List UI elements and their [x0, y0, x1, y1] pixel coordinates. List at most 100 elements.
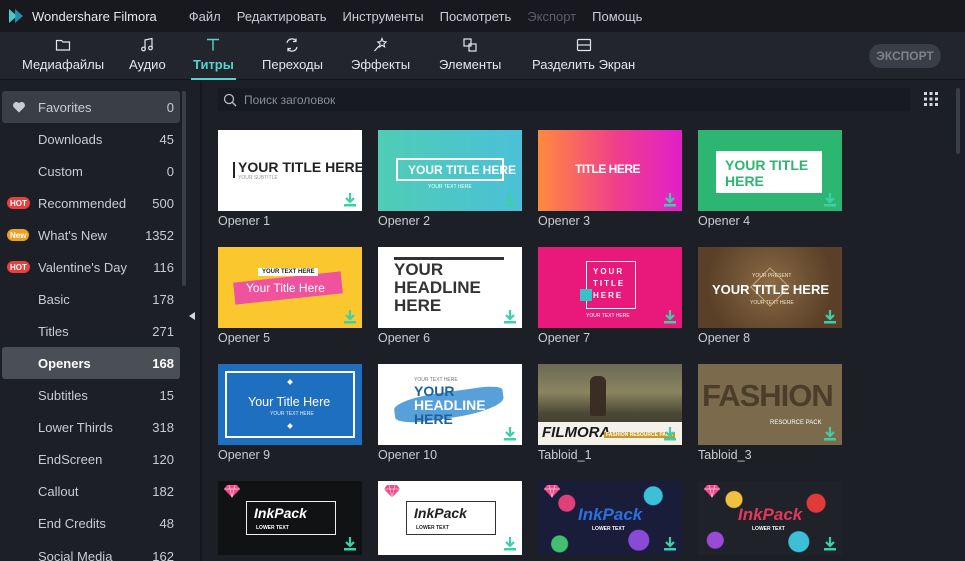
- download-icon[interactable]: [823, 192, 837, 207]
- search-input[interactable]: [244, 92, 844, 107]
- sidebar-item-valentines-day[interactable]: HOT Valentine's Day 116: [2, 251, 180, 283]
- thumb-subtitle: LOWER TEXT: [752, 526, 785, 532]
- menu-edit[interactable]: Редактировать: [237, 9, 327, 24]
- sidebar-item-subtitles[interactable]: Subtitles 15: [2, 379, 180, 411]
- export-button[interactable]: ЭКСПОРТ: [869, 44, 941, 68]
- menu-export[interactable]: Экспорт: [527, 9, 576, 24]
- download-icon[interactable]: [663, 309, 677, 324]
- menu-file[interactable]: Файл: [189, 9, 221, 24]
- download-icon[interactable]: [343, 536, 357, 551]
- sidebar-item-label: Lower Thirds: [38, 419, 113, 435]
- menu-view[interactable]: Посмотреть: [440, 9, 512, 24]
- panel-divider[interactable]: [200, 81, 202, 561]
- search-bar[interactable]: [218, 88, 910, 111]
- sidebar-item-custom[interactable]: Custom 0: [2, 155, 180, 187]
- tile-label: Opener 8: [698, 331, 751, 345]
- tile-label: Opener 1: [218, 214, 271, 228]
- title-tile-tabloid-1[interactable]: FILMORA FASHION RESOURCE PACK Tabloid_1: [538, 364, 682, 462]
- tab-effects-label: Эффекты: [351, 57, 411, 72]
- title-tile-inkpack-4[interactable]: InkPack LOWER TEXT: [698, 481, 842, 555]
- sidebar-item-openers[interactable]: Openers 168: [2, 347, 180, 379]
- sidebar-item-label: Valentine's Day: [38, 259, 127, 275]
- download-icon[interactable]: [823, 309, 837, 324]
- title-tile-tabloid-3[interactable]: FASHION RESOURCE PACK Tabloid_3: [698, 364, 842, 462]
- tile-thumbnail: YOUR TITLE HERE: [698, 130, 842, 211]
- tab-effects[interactable]: Эффекты: [351, 37, 410, 77]
- sidebar-item-count: 182: [152, 483, 174, 499]
- download-icon[interactable]: [503, 309, 517, 324]
- thumb-title: FILMORA: [542, 424, 611, 441]
- grid-view-icon[interactable]: [924, 92, 938, 106]
- title-tile-opener-9[interactable]: Your Title Here YOUR TEXT HERE Opener 9: [218, 364, 362, 462]
- sidebar-item-label: Social Media: [38, 549, 113, 561]
- download-icon[interactable]: [663, 192, 677, 207]
- title-tile-opener-3[interactable]: TITLE HERE Opener 3: [538, 130, 682, 228]
- split-screen-icon: [576, 38, 591, 52]
- download-icon[interactable]: [663, 426, 677, 441]
- download-icon[interactable]: [823, 426, 837, 441]
- app-title: Wondershare Filmora: [32, 8, 157, 24]
- category-sidebar: Favorites 0 Downloads 45 Custom 0 HOT Re…: [0, 81, 190, 561]
- download-icon[interactable]: [663, 536, 677, 551]
- thumb-title-line3: HERE: [414, 411, 453, 427]
- sidebar-item-downloads[interactable]: Downloads 45: [2, 123, 180, 155]
- tab-audio[interactable]: Аудио: [129, 37, 166, 77]
- tab-titles[interactable]: Титры: [191, 37, 236, 80]
- search-icon: [223, 93, 237, 106]
- sidebar-scrollbar[interactable]: [182, 91, 186, 286]
- tab-audio-label: Аудио: [129, 57, 166, 72]
- download-icon[interactable]: [343, 192, 357, 207]
- sidebar-item-social-media[interactable]: Social Media 162: [2, 539, 180, 561]
- download-icon[interactable]: [503, 536, 517, 551]
- sidebar-item-titles[interactable]: Titles 271: [2, 315, 180, 347]
- tile-label: Opener 4: [698, 214, 751, 228]
- download-icon[interactable]: [343, 309, 357, 324]
- premium-gem-icon: [224, 484, 240, 498]
- sidebar-item-recommended[interactable]: HOT Recommended 500: [2, 187, 180, 219]
- sidebar-item-callout[interactable]: Callout 182: [2, 475, 180, 507]
- download-icon[interactable]: [823, 536, 837, 551]
- thumb-subtitle: YOUR SUBTITLE: [238, 175, 278, 181]
- thumb-title: InkPack: [254, 505, 307, 521]
- title-tile-opener-10[interactable]: YOUR TEXT HERE YOUR HEADLINE HERE Opener…: [378, 364, 522, 462]
- premium-gem-icon: [704, 484, 720, 498]
- title-tile-opener-1[interactable]: YOUR TITLE HERE YOUR SUBTITLE Opener 1: [218, 130, 362, 228]
- sidebar-item-label: Downloads: [38, 131, 103, 147]
- title-tile-inkpack-3[interactable]: InkPack LOWER TEXT: [538, 481, 682, 555]
- menu-help[interactable]: Помощь: [592, 9, 642, 24]
- download-icon[interactable]: [503, 426, 517, 441]
- title-tile-opener-5[interactable]: YOUR TEXT HERE Your Title Here Opener 5: [218, 247, 362, 345]
- transition-icon: [286, 38, 299, 52]
- menu-tools[interactable]: Инструменты: [343, 9, 424, 24]
- sidebar-item-end-credits[interactable]: End Credits 48: [2, 507, 180, 539]
- title-tile-opener-2[interactable]: YOUR TITLE HERE YOUR TEXT HERE Opener 2: [378, 130, 522, 228]
- content-scrollbar[interactable]: [956, 88, 960, 154]
- folder-icon: [55, 39, 71, 51]
- thumb-title: InkPack: [414, 505, 467, 521]
- tab-transitions[interactable]: Переходы: [262, 37, 323, 77]
- sidebar-item-label: Subtitles: [38, 387, 88, 403]
- sidebar-item-whats-new[interactable]: New What's New 1352: [2, 219, 180, 251]
- title-tile-opener-7[interactable]: YOUR TITLE HERE YOUR TEXT HERE Opener 7: [538, 247, 682, 345]
- sidebar-item-favorites[interactable]: Favorites 0: [2, 91, 180, 123]
- sidebar-item-count: 500: [152, 195, 174, 211]
- collapse-sidebar-icon[interactable]: [189, 312, 195, 320]
- tab-split-screen[interactable]: Разделить Экран: [532, 37, 635, 77]
- title-tile-inkpack-1[interactable]: InkPack LOWER TEXT: [218, 481, 362, 555]
- premium-gem-icon: [384, 484, 400, 498]
- thumb-subtitle: LOWER TEXT: [592, 526, 625, 532]
- tab-media[interactable]: Медиафайлы: [22, 37, 104, 77]
- sidebar-item-basic[interactable]: Basic 178: [2, 283, 180, 315]
- title-tile-inkpack-2[interactable]: InkPack LOWER TEXT: [378, 481, 522, 555]
- thumb-title: YOUR TITLE HERE: [238, 159, 362, 175]
- tab-elements[interactable]: Элементы: [439, 37, 501, 77]
- tile-thumbnail: InkPack LOWER TEXT: [698, 481, 842, 555]
- download-icon[interactable]: [503, 192, 517, 207]
- sidebar-item-endscreen[interactable]: EndScreen 120: [2, 443, 180, 475]
- filmora-logo-icon: [9, 9, 23, 23]
- tile-thumbnail: YOUR HEADLINE HERE: [378, 247, 522, 328]
- title-tile-opener-6[interactable]: YOUR HEADLINE HERE Opener 6: [378, 247, 522, 345]
- title-tile-opener-8[interactable]: YOUR PRESENT YOUR TITLE HERE YOUR TEXT H…: [698, 247, 842, 345]
- title-tile-opener-4[interactable]: YOUR TITLE HERE Opener 4: [698, 130, 842, 228]
- sidebar-item-lower-thirds[interactable]: Lower Thirds 318: [2, 411, 180, 443]
